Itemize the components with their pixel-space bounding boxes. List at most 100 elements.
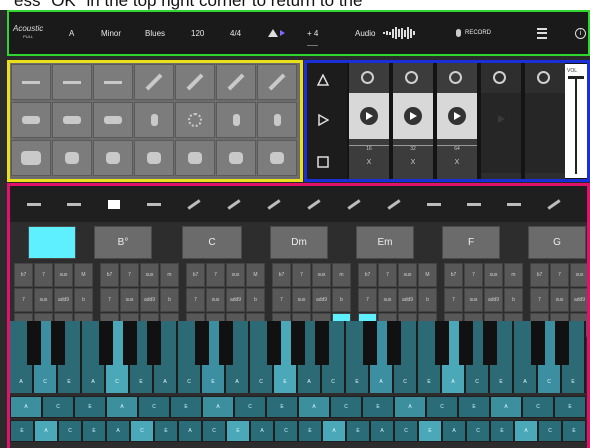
piano-black-key[interactable] (123, 321, 137, 365)
note-pad[interactable]: E (10, 420, 34, 442)
loop-record-icon[interactable] (449, 71, 462, 84)
note-pad[interactable]: E (170, 396, 202, 418)
chord-variant-button[interactable]: b7 (14, 263, 33, 287)
chord-variant-button[interactable]: b7 (358, 263, 377, 287)
style-selector[interactable]: Blues (145, 12, 165, 54)
play-all-button[interactable] (317, 113, 330, 131)
chord-variant-button[interactable]: 7 (550, 263, 569, 287)
chord-variant-button[interactable]: 7 (530, 288, 549, 312)
drum-pad[interactable] (175, 102, 215, 138)
chord-variant-button[interactable]: M (418, 263, 437, 287)
note-pad[interactable]: A (202, 396, 234, 418)
piano-black-key[interactable] (315, 321, 329, 365)
drum-pad[interactable] (175, 64, 215, 100)
volume-thumb[interactable] (568, 76, 584, 79)
instrument-tab[interactable] (336, 186, 372, 222)
note-pad[interactable]: E (226, 420, 250, 442)
chord-variant-button[interactable]: 7 (186, 288, 205, 312)
chord-button[interactable]: F (442, 226, 500, 259)
chord-variant-button[interactable]: sus (34, 288, 53, 312)
chord-variant-button[interactable]: sus (484, 263, 503, 287)
chord-variant-button[interactable]: sus (378, 288, 397, 312)
drum-pad[interactable] (175, 140, 215, 176)
chord-variant-button[interactable]: b (74, 288, 93, 312)
loop-clear-button[interactable]: X (437, 159, 477, 166)
chord-variant-button[interactable]: sus (550, 288, 569, 312)
piano-black-key[interactable] (219, 321, 233, 365)
chord-variant-button[interactable]: m (160, 263, 179, 287)
piano-black-key[interactable] (435, 321, 449, 365)
note-pad[interactable]: C (538, 420, 562, 442)
chord-variant-button[interactable]: sus (140, 263, 159, 287)
chord-variant-button[interactable]: sus (464, 288, 483, 312)
drum-pad[interactable] (52, 102, 92, 138)
piano-black-key[interactable] (99, 321, 113, 365)
chord-variant-button[interactable]: sus (398, 263, 417, 287)
chord-variant-button[interactable]: b7 (530, 263, 549, 287)
chord-variant-button[interactable]: 7 (120, 263, 139, 287)
chord-variant-button[interactable]: m (504, 263, 523, 287)
time-signature-field[interactable]: 4/4 (230, 12, 241, 54)
note-pad[interactable]: C (202, 420, 226, 442)
note-pad[interactable]: A (10, 396, 42, 418)
note-pad[interactable]: C (330, 396, 362, 418)
scale-selector[interactable]: Minor (101, 12, 121, 54)
note-pad[interactable]: A (322, 420, 346, 442)
instrument-tab[interactable] (496, 186, 532, 222)
note-pad[interactable]: A (490, 396, 522, 418)
note-pad[interactable]: E (266, 396, 298, 418)
note-pad[interactable]: C (138, 396, 170, 418)
loop-slot-2[interactable] (393, 93, 433, 139)
note-pad[interactable]: A (370, 420, 394, 442)
note-pad[interactable]: E (82, 420, 106, 442)
chord-variant-button[interactable]: M (246, 263, 265, 287)
chord-variant-button[interactable]: sus (54, 263, 73, 287)
chord-variant-button[interactable]: 7 (272, 288, 291, 312)
volume-slider[interactable]: VOL (565, 64, 587, 178)
note-pad[interactable]: C (58, 420, 82, 442)
chord-variant-button[interactable]: b (332, 288, 351, 312)
drum-pad[interactable] (52, 64, 92, 100)
note-pad[interactable]: E (298, 420, 322, 442)
chord-variant-button[interactable]: M (74, 263, 93, 287)
instrument-tab[interactable] (536, 186, 572, 222)
chord-variant-button[interactable]: 7 (444, 288, 463, 312)
drum-pad[interactable] (93, 140, 133, 176)
drum-pad[interactable] (257, 102, 297, 138)
loop-clear-button[interactable]: X (349, 159, 389, 166)
note-pad[interactable]: C (394, 420, 418, 442)
transpose-field[interactable]: + 4 (307, 21, 319, 46)
loop-slot-3[interactable] (437, 93, 477, 139)
chord-variant-button[interactable]: b7 (444, 263, 463, 287)
piano-black-key[interactable] (387, 321, 401, 365)
note-pad[interactable]: A (106, 420, 130, 442)
instrument-tab[interactable] (256, 186, 292, 222)
piano-black-key[interactable] (291, 321, 305, 365)
chord-variant-button[interactable]: b (160, 288, 179, 312)
note-pad[interactable]: A (250, 420, 274, 442)
note-pad[interactable]: A (178, 420, 202, 442)
chord-variant-button[interactable]: add9 (226, 288, 245, 312)
instrument-tab[interactable] (456, 186, 492, 222)
note-pad[interactable]: E (362, 396, 394, 418)
chord-variant-button[interactable]: sus (206, 288, 225, 312)
chord-variant-button[interactable]: add9 (54, 288, 73, 312)
loop-slot-5[interactable] (525, 93, 565, 173)
chord-button-a-active[interactable] (28, 226, 76, 259)
drum-pad[interactable] (11, 102, 51, 138)
note-pad[interactable]: C (466, 420, 490, 442)
chord-variant-button[interactable]: 7 (358, 288, 377, 312)
note-pad[interactable]: A (34, 420, 58, 442)
note-pad[interactable]: A (106, 396, 138, 418)
drum-pad[interactable] (216, 102, 256, 138)
chord-variant-button[interactable]: add9 (570, 288, 587, 312)
metronome-toggle[interactable] (316, 73, 330, 91)
chord-variant-button[interactable]: add9 (398, 288, 417, 312)
chord-button[interactable]: B° (94, 226, 152, 259)
note-pad[interactable]: C (130, 420, 154, 442)
tempo-field[interactable]: 120 (191, 12, 204, 54)
note-pad[interactable]: A (442, 420, 466, 442)
chord-variant-button[interactable]: b7 (186, 263, 205, 287)
note-pad[interactable]: A (514, 420, 538, 442)
note-pad[interactable]: E (418, 420, 442, 442)
